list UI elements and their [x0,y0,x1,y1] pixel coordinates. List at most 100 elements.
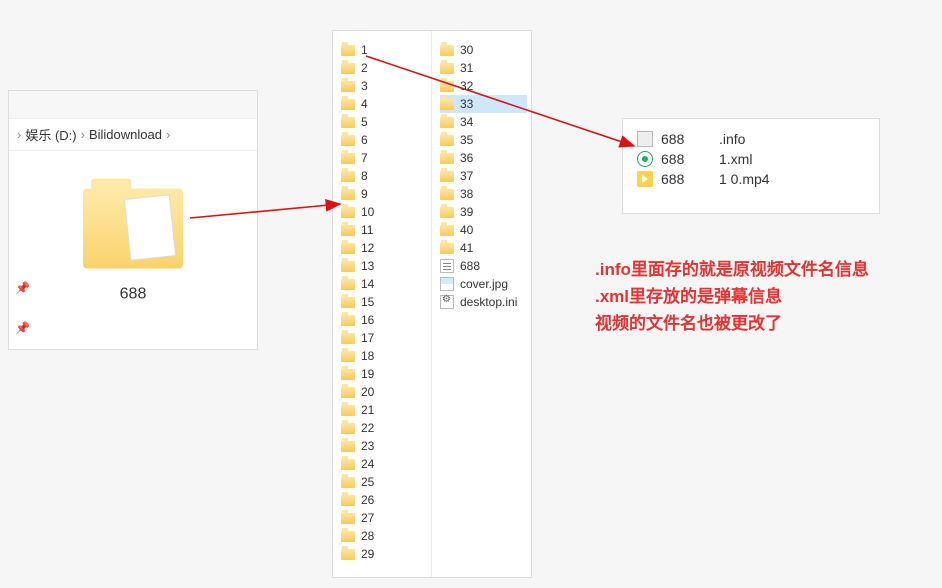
folder-icon [440,45,454,56]
item-label: 37 [460,169,473,183]
folder-item[interactable]: 24 [341,455,427,473]
file-item[interactable]: 688.info [637,129,865,149]
folder-item[interactable]: 22 [341,419,427,437]
folder-item[interactable]: 40 [440,221,527,239]
folder-item[interactable]: 16 [341,311,427,329]
folder-icon [341,63,355,74]
img-file-icon [440,277,454,291]
folder-item[interactable]: 14 [341,275,427,293]
folder-item[interactable]: 33 [440,95,527,113]
file-column-right: 30 31 323334 35 36 37 3839 40 41688 cover.jpg desk… [432,31,531,577]
folder-icon [341,549,355,560]
folder-item[interactable]: 4 [341,95,427,113]
folder-item[interactable]: 36 [440,149,527,167]
item-label: 35 [460,133,473,147]
item-label: 40 [460,223,473,237]
file-item[interactable]: desktop.ini [440,293,527,311]
folder-icon [341,441,355,452]
folder-item[interactable]: 1 [341,41,427,59]
folder-item[interactable]: 30 [440,41,527,59]
folder-icon [341,279,355,290]
item-label: 23 [361,439,374,453]
folder-icon [440,63,454,74]
folder-item[interactable]: 11 [341,221,427,239]
file-item[interactable]: 6881 0.mp4 [637,169,865,189]
folder-icon [341,171,355,182]
mp4-file-icon [637,171,653,187]
folder-item[interactable]: 25 [341,473,427,491]
window-chrome [9,91,257,119]
breadcrumb-part-drive[interactable]: 娱乐 (D:) [25,125,76,144]
folder-item[interactable]: 19 [341,365,427,383]
folder-item[interactable]: 27 [341,509,427,527]
item-label: 11 [361,223,373,237]
pin-icon: 📌 [15,321,30,335]
folder-item[interactable]: 15 [341,293,427,311]
folder-item[interactable]: 5 [341,113,427,131]
item-label: 26 [361,493,374,507]
folder-item[interactable]: 37 [440,167,527,185]
folder-item[interactable]: 28 [341,527,427,545]
folder-item[interactable]: 17 [341,329,427,347]
folder-item[interactable]: 21 [341,401,427,419]
folder-item[interactable]: 688 [83,188,183,303]
folder-item[interactable]: 31 [440,59,527,77]
folder-item[interactable]: 20 [341,383,427,401]
annotation-line: .info里面存的就是原视频文件名信息 [595,256,935,283]
folder-icon [341,225,355,236]
folder-item[interactable]: 34 [440,113,527,131]
file-item[interactable]: cover.jpg [440,275,527,293]
folder-icon [341,351,355,362]
folder-icon [440,135,454,146]
folder-item[interactable]: 10 [341,203,427,221]
folder-item[interactable]: 29 [341,545,427,563]
item-label: 2 [361,61,368,75]
folder-item[interactable]: 18 [341,347,427,365]
folder-item[interactable]: 35 [440,131,527,149]
breadcrumb[interactable]: › 娱乐 (D:) › Bilidownload › [9,119,257,151]
item-label: 17 [361,331,374,345]
item-label: 9 [361,187,368,201]
item-label: 16 [361,313,374,327]
folder-icon [341,513,355,524]
folder-item[interactable]: 3 [341,77,427,95]
folder-icon [341,531,355,542]
folder-item[interactable]: 38 [440,185,527,203]
info-file-icon [637,131,653,147]
item-label: cover.jpg [460,277,508,291]
folder-icon [440,189,454,200]
folder-item[interactable]: 13 [341,257,427,275]
folder-item[interactable]: 23 [341,437,427,455]
file-item[interactable]: 6881.xml [637,149,865,169]
folder-item[interactable]: 7 [341,149,427,167]
item-label: 4 [361,97,368,111]
folder-icon [341,81,355,92]
folder-icon [440,99,454,110]
item-label: 21 [361,403,374,417]
item-label: 12 [361,241,374,255]
chevron-right-icon: › [166,127,170,142]
folder-item[interactable]: 2 [341,59,427,77]
breadcrumb-part-folder[interactable]: Bilidownload [89,127,162,142]
folder-item[interactable]: 41 [440,239,527,257]
item-label: 28 [361,529,374,543]
folder-icon [341,117,355,128]
folder-item[interactable]: 32 [440,77,527,95]
folder-item[interactable]: 39 [440,203,527,221]
folder-item[interactable]: 8 [341,167,427,185]
folder-icon [341,369,355,380]
folder-icon [341,333,355,344]
folder-icon [440,225,454,236]
item-label: 7 [361,151,368,165]
folder-item[interactable]: 26 [341,491,427,509]
item-label: 5 [361,115,368,129]
folder-icon [440,243,454,254]
txt-file-icon [440,259,454,273]
file-item[interactable]: 688 [440,257,527,275]
file-ext: 1 0.mp4 [719,171,770,187]
folder-item[interactable]: 6 [341,131,427,149]
chevron-right-icon: › [81,127,85,142]
folder-item[interactable]: 9 [341,185,427,203]
folder-item[interactable]: 12 [341,239,427,257]
item-label: 31 [460,61,473,75]
